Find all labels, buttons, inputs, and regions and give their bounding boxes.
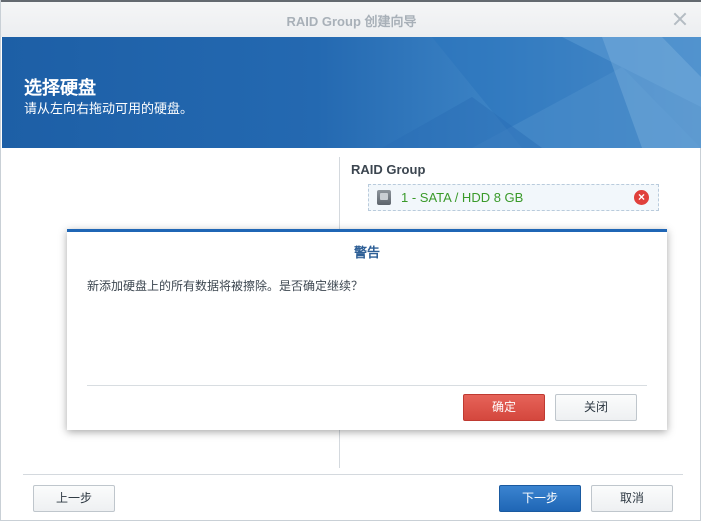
window-title: RAID Group 创建向导	[286, 14, 417, 29]
dialog-close-button[interactable]: 关闭	[555, 394, 637, 421]
window-titlebar[interactable]: RAID Group 创建向导	[1, 0, 701, 37]
close-icon[interactable]	[672, 11, 688, 27]
wizard-banner: 选择硬盘 请从左向右拖动可用的硬盘。	[2, 37, 701, 148]
confirm-button[interactable]: 确定	[463, 394, 545, 421]
banner-decoration	[382, 37, 701, 148]
raid-group-title: RAID Group	[351, 162, 426, 177]
dialog-divider	[87, 385, 647, 386]
dialog-title: 警告	[353, 245, 380, 260]
hdd-icon	[377, 190, 391, 205]
raid-disk-item[interactable]: 1 - SATA / HDD 8 GB ×	[368, 184, 659, 211]
footer-divider	[23, 474, 683, 475]
warning-dialog: 警告 新添加硬盘上的所有数据将被擦除。是否确定继续？ 确定 关闭	[67, 229, 667, 430]
wizard-window: RAID Group 创建向导 选择硬盘 请从左向右拖动可用的硬盘。 RAID …	[0, 0, 701, 521]
dialog-message: 新添加硬盘上的所有数据将被擦除。是否确定继续？	[87, 279, 364, 293]
disk-label: 1 - SATA / HDD 8 GB	[401, 190, 524, 205]
step-heading: 选择硬盘	[24, 78, 96, 98]
cancel-button[interactable]: 取消	[591, 485, 673, 512]
next-button[interactable]: 下一步	[499, 485, 581, 512]
back-button[interactable]: 上一步	[33, 485, 115, 512]
step-subtitle: 请从左向右拖动可用的硬盘。	[24, 101, 194, 116]
remove-icon[interactable]: ×	[634, 190, 649, 205]
